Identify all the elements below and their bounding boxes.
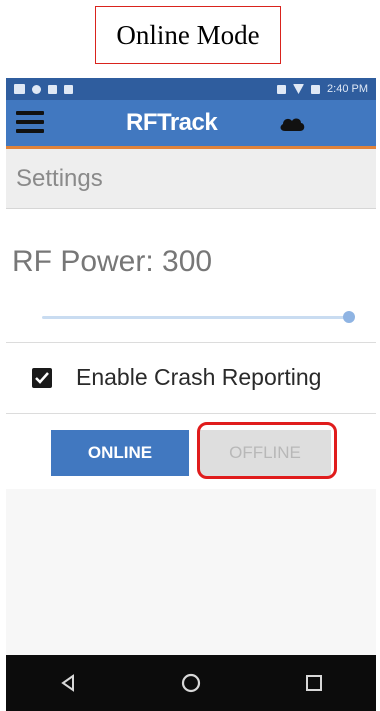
status-left-icons [14,84,73,94]
online-button[interactable]: ONLINE [51,430,189,476]
bluetooth-icon [277,84,287,94]
rf-power-label: RF Power: 300 [12,245,213,278]
status-right-icons: 2:40 PM [277,83,368,95]
offline-button[interactable]: OFFLINE [199,430,331,476]
hamburger-icon[interactable] [16,111,44,133]
recents-square-icon[interactable] [294,663,334,703]
settings-content: RF Power: 300 Enable Crash Reporting ONL… [6,209,376,489]
app-bar: RFTrack [6,100,376,149]
battery-icon [311,84,321,94]
rf-power-slider[interactable] [42,311,355,323]
mode-caption: Online Mode [95,6,281,64]
divider [6,413,376,414]
status-bar: 2:40 PM [6,78,376,100]
image-icon [14,84,25,94]
crash-reporting-row[interactable]: Enable Crash Reporting [32,364,321,391]
sd-icon [64,84,73,94]
app-title: RFTrack [126,109,218,136]
navigation-bar [6,655,376,711]
nfc-icon [48,84,57,94]
mode-toggle: ONLINE OFFLINE [51,430,331,476]
cloud-icon [280,118,305,131]
phone-screen: 2:40 PM RFTrack Settings RF Power: 300 E… [6,78,376,711]
crash-reporting-label: Enable Crash Reporting [76,364,322,390]
back-triangle-icon[interactable] [48,663,88,703]
settings-header: Settings [6,149,376,209]
rf-power-slider-thumb[interactable] [343,311,355,323]
crash-reporting-checkbox[interactable] [32,367,52,388]
location-icon [32,84,41,94]
home-circle-icon[interactable] [171,663,211,703]
status-time: 2:40 PM [327,83,368,95]
checkmark-icon [35,371,49,384]
divider [6,342,376,343]
wifi-icon [293,84,305,94]
